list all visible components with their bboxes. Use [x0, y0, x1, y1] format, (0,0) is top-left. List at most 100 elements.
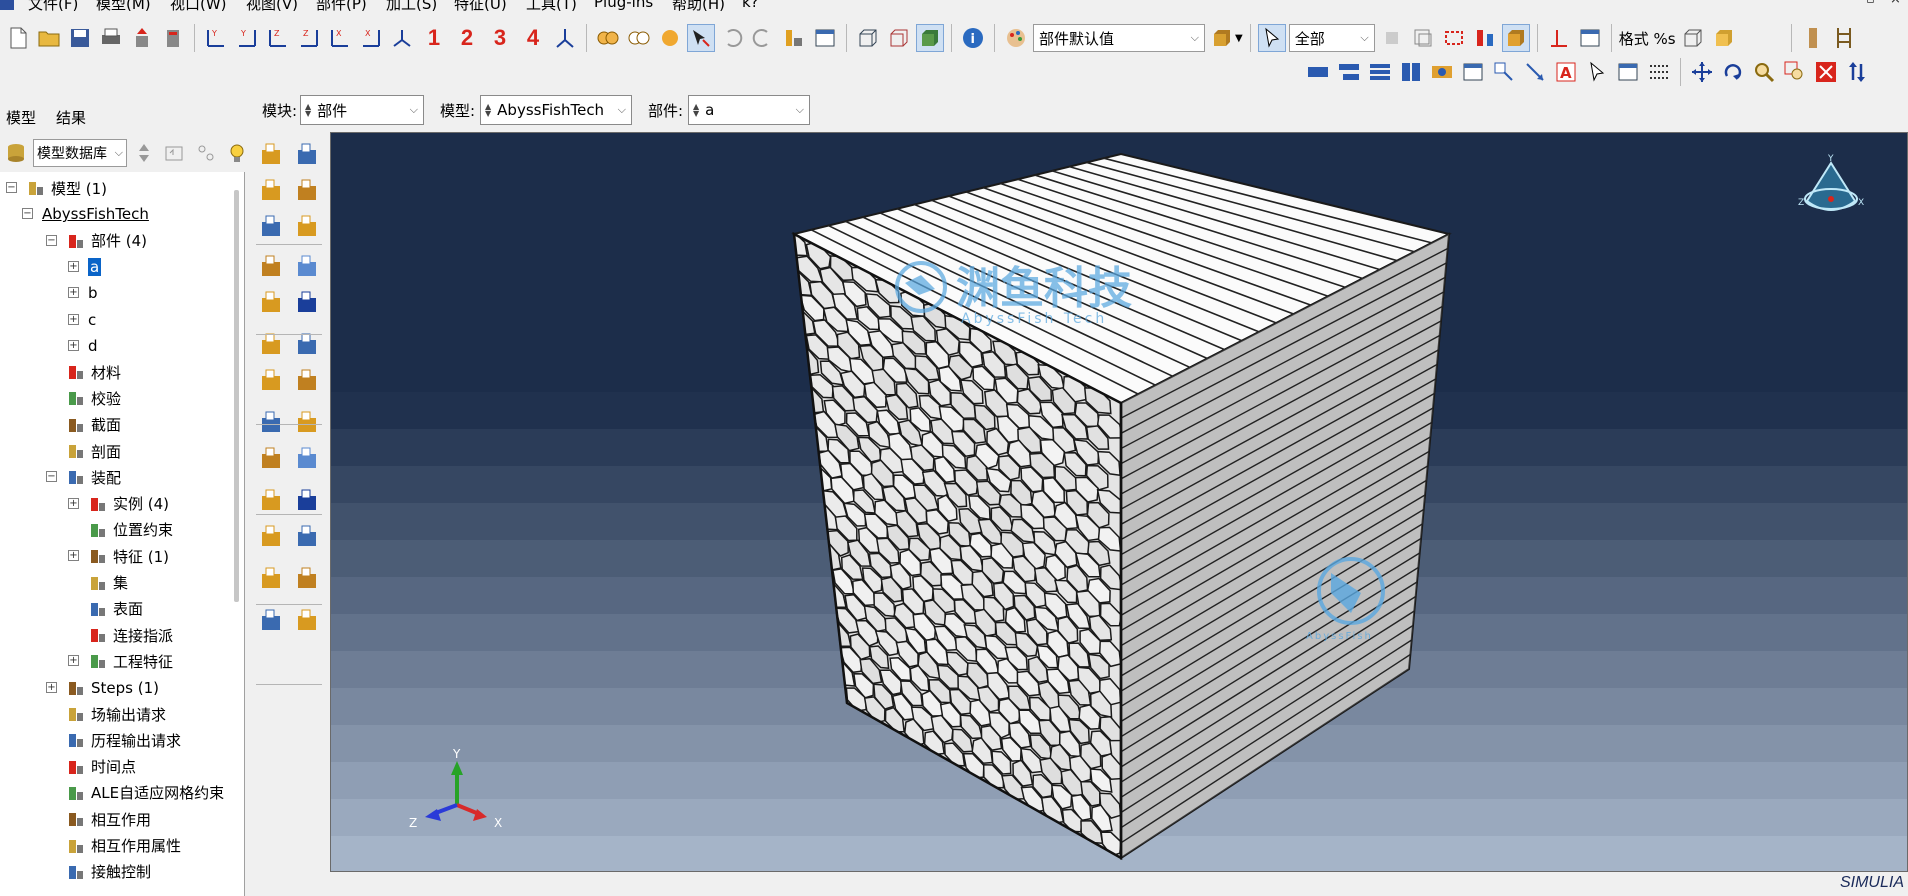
view-yz-icon[interactable]: Z [264, 24, 292, 52]
render-table-icon[interactable] [1459, 58, 1487, 86]
query-table-icon[interactable] [1576, 24, 1604, 52]
tree-node[interactable]: + d [68, 334, 98, 358]
view-zx-icon[interactable]: X [326, 24, 354, 52]
view-xz-icon[interactable]: X [357, 24, 385, 52]
create-wire-tool-icon[interactable] [292, 210, 324, 242]
copy-icon[interactable] [1378, 24, 1406, 52]
create-solid-extrude-tool-icon[interactable] [256, 174, 288, 206]
datum-axis-icon[interactable] [1545, 24, 1573, 52]
expand-icon[interactable]: + [68, 287, 79, 299]
info-icon[interactable]: i [959, 24, 987, 52]
menu-feature[interactable]: 特征(U) [454, 0, 507, 14]
tree-node[interactable]: 表面 [88, 597, 143, 621]
tree-node[interactable]: + 实例 (4) [68, 492, 169, 516]
create-set-tool-icon[interactable] [292, 520, 324, 552]
edit-feature-tool-icon[interactable] [256, 484, 288, 516]
tree-node[interactable]: − AbyssFishTech [22, 202, 149, 226]
mesh-seed-tool-icon[interactable] [256, 406, 288, 438]
tree-node[interactable]: 场输出请求 [66, 702, 166, 726]
box-shaded-icon[interactable] [1710, 24, 1738, 52]
select-entities-icon[interactable] [1409, 24, 1437, 52]
text-tool-icon[interactable]: A [1552, 58, 1580, 86]
viewport-1-button[interactable]: 1 [419, 25, 449, 51]
create-reference-tool-icon[interactable] [292, 442, 324, 474]
menu-shape[interactable]: 加工(S) [386, 0, 437, 14]
render-columns-icon[interactable] [1397, 58, 1425, 86]
expand-icon[interactable]: + [68, 550, 79, 562]
shaded-icon[interactable] [916, 24, 944, 52]
path-icon[interactable] [1830, 24, 1858, 52]
annotation-icon[interactable] [1490, 58, 1518, 86]
part-manager-tool-icon[interactable] [292, 138, 324, 170]
query-tool-icon[interactable] [292, 364, 324, 396]
tree-node[interactable]: 材料 [66, 360, 121, 384]
triad-icon[interactable] [551, 24, 579, 52]
view-iso-icon[interactable] [388, 24, 416, 52]
pick-icon[interactable] [687, 24, 715, 52]
tree-node[interactable]: 剖面 [66, 439, 121, 463]
restore-icon[interactable]: ▫ [1866, 0, 1875, 7]
datum-csys-tool-icon[interactable] [292, 328, 324, 360]
spin-updown-icon[interactable] [130, 139, 158, 167]
undo-icon[interactable] [718, 24, 746, 52]
tree-node[interactable]: 时间点 [66, 755, 136, 779]
lightbulb-icon[interactable] [223, 139, 251, 167]
tree-node[interactable]: 校验 [66, 386, 121, 410]
tree-node[interactable]: + 工程特征 [68, 649, 173, 673]
view-xy-icon[interactable]: Y [202, 24, 230, 52]
xyz-point-tool-icon[interactable] [256, 442, 288, 474]
import-icon[interactable] [159, 24, 187, 52]
create-partition-tool-icon[interactable] [292, 250, 324, 282]
tree-node[interactable]: − 模型 (1) [6, 176, 107, 200]
create-shell-tool-icon[interactable] [292, 174, 324, 206]
fit-view-icon[interactable] [1812, 58, 1840, 86]
instance-part-tool-icon[interactable] [256, 604, 288, 636]
menu-viewport[interactable]: 视口(W) [170, 0, 227, 14]
expand-icon[interactable]: + [68, 655, 79, 667]
wireframe-icon[interactable] [854, 24, 882, 52]
ruler-icon[interactable] [1799, 24, 1827, 52]
save-icon[interactable] [66, 24, 94, 52]
box-select-icon[interactable] [1440, 24, 1468, 52]
rotate-icon[interactable] [1719, 58, 1747, 86]
tree-node[interactable]: 位置约束 [88, 518, 173, 542]
select-arrow-icon[interactable] [1257, 24, 1286, 52]
menu-help[interactable]: 帮助(H) [672, 0, 725, 14]
swap-vertical-icon[interactable] [1843, 58, 1871, 86]
tree-node[interactable]: 截面 [66, 413, 121, 437]
box-zoom-icon[interactable] [1781, 58, 1809, 86]
expand-icon[interactable]: + [68, 497, 79, 509]
open-folder-icon[interactable] [35, 24, 63, 52]
expand-icon[interactable]: + [68, 260, 79, 272]
collapse-icon[interactable]: − [22, 208, 33, 220]
part-select[interactable]: ▲ ▼ a ⌵ [688, 95, 810, 125]
tree-node[interactable]: 相互作用 [66, 807, 151, 831]
assign-section-tool-icon[interactable] [256, 364, 288, 396]
coordinate-tool-icon[interactable] [292, 484, 324, 516]
collapse-icon[interactable]: − [46, 234, 57, 246]
tree-node[interactable]: + c [68, 308, 96, 332]
select-solid-icon[interactable] [1501, 24, 1530, 52]
datum-plane-tool-icon[interactable] [256, 328, 288, 360]
tree-node[interactable]: − 装配 [46, 465, 121, 489]
menu-plugins[interactable]: Plug-ins [594, 0, 653, 11]
dotted-list-icon[interactable] [1645, 58, 1673, 86]
tree-folder-up-icon[interactable] [161, 139, 189, 167]
view-zy-icon[interactable]: Z [295, 24, 323, 52]
menu-file[interactable]: 文件(F) [28, 0, 78, 14]
render-list-icon[interactable] [1366, 58, 1394, 86]
collapse-icon[interactable]: − [6, 182, 17, 193]
module-select[interactable]: ▲ ▼ 部件 ⌵ [300, 95, 424, 125]
select-mode-icon[interactable] [1471, 24, 1499, 52]
selection-filter-select[interactable]: 全部 ⌵ [1288, 24, 1375, 52]
tree-filter-icon[interactable] [192, 139, 220, 167]
create-cut-tool-icon[interactable] [256, 210, 288, 242]
tree-node[interactable]: + b [68, 281, 98, 305]
menu-context-help[interactable]: k? [742, 0, 759, 11]
menu-model[interactable]: 模型(M) [96, 0, 151, 14]
tree-node[interactable]: − 部件 (4) [46, 229, 147, 253]
tree-node[interactable]: 连接指派 [88, 623, 173, 647]
options-table-icon[interactable] [1614, 58, 1642, 86]
new-file-icon[interactable] [4, 24, 32, 52]
tree-node[interactable]: + a [68, 255, 102, 279]
